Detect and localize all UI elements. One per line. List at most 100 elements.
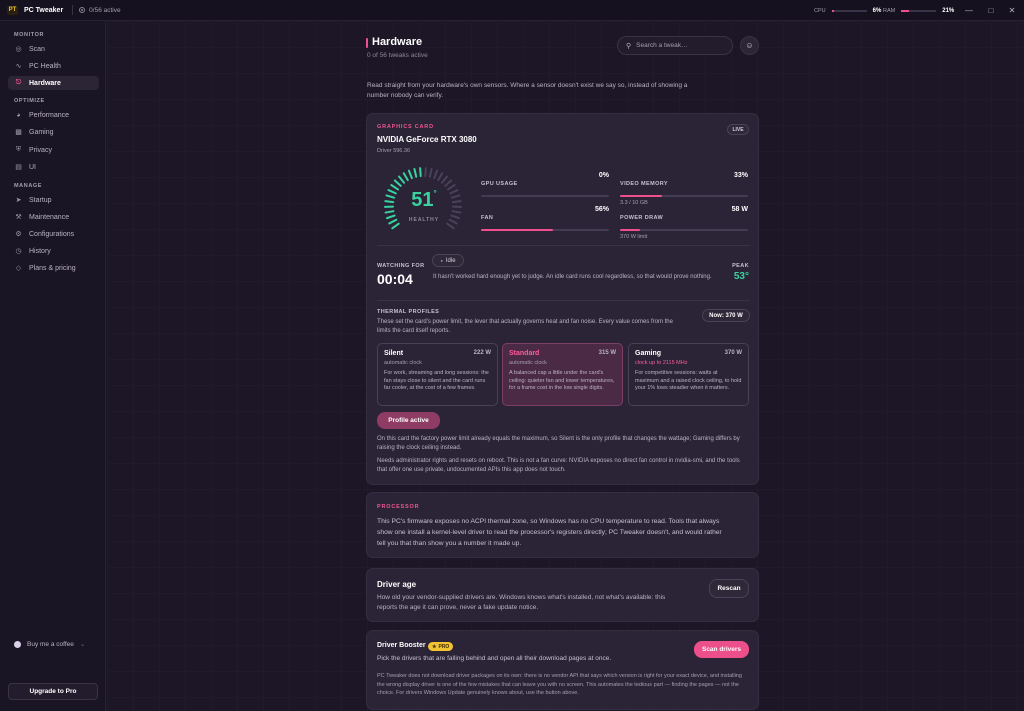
sidebar-item-privacy[interactable]: ⛨ Privacy — [8, 143, 99, 157]
idle-pill: ● Idle — [432, 254, 464, 267]
gauge-tick — [449, 189, 459, 195]
gauge-tick — [433, 169, 439, 180]
sidebar: MONITOR ◎ Scan ∿ PC Health ⎋ Hardware OPTIM… — [0, 21, 106, 711]
rocket-icon: ➤ — [15, 197, 22, 204]
dot-icon: ● — [440, 258, 443, 263]
gamepad-icon: ▩ — [15, 129, 22, 136]
sidebar-item-configurations[interactable]: ⚙ Configurations — [8, 227, 99, 241]
minimize-icon[interactable]: — — [963, 4, 975, 16]
section-manage: MANAGE — [14, 183, 43, 189]
gauge-tick — [398, 175, 406, 184]
profile-desc: A balanced cap a little under the card's… — [509, 370, 615, 391]
ram-bar — [901, 9, 937, 12]
sidebar-item-gaming[interactable]: ▩ Gaming — [8, 125, 99, 139]
gauge-tick — [428, 167, 433, 178]
gpu-tag: GRAPHICS CARD — [377, 124, 434, 130]
driver-booster-title: Driver Booster — [377, 642, 426, 649]
gauge-tick — [450, 194, 461, 199]
star-icon: ★ — [432, 643, 437, 650]
sidebar-item-plans[interactable]: ◇ Plans & pricing — [8, 261, 99, 275]
driver-booster-subtitle: Pick the drivers that are falling behind… — [377, 655, 612, 662]
sidebar-item-label: Gaming — [29, 128, 54, 136]
upgrade-to-pro-button[interactable]: Upgrade to Pro — [8, 683, 98, 700]
pro-badge: ★ PRO — [428, 642, 454, 651]
sidebar-item-ui[interactable]: ▤ UI — [8, 160, 99, 174]
cpu-bar-fill — [831, 9, 834, 12]
search-input[interactable]: ⚲ Search a tweak… — [617, 36, 733, 55]
stat-value: 56% — [594, 206, 609, 213]
app-name: PC Tweaker — [24, 6, 64, 14]
stat-label: FAN — [481, 215, 494, 221]
ram-bar-fill — [901, 9, 909, 12]
avatar[interactable]: ☺ — [740, 36, 759, 55]
buy-coffee-link[interactable]: Buy me a coffee ⌄ — [14, 640, 85, 648]
search-placeholder: Search a tweak… — [636, 42, 688, 49]
search-icon: ⚲ — [626, 42, 632, 50]
profile-active-button[interactable]: Profile active — [377, 412, 440, 429]
gauge-tick — [387, 189, 397, 195]
driver-booster-text: PC Tweaker does not download driver pack… — [377, 673, 742, 696]
profile-mode: automatic clock — [384, 360, 422, 366]
gauge-tick — [385, 194, 396, 199]
profile-standard[interactable]: Standard 315 W automatic clock A balance… — [502, 343, 623, 406]
section-optimize: OPTIMIZE — [14, 98, 45, 104]
gauge-tick — [437, 172, 444, 182]
close-icon[interactable]: ✕ — [1006, 4, 1018, 16]
stat-fan: FAN 56% — [481, 206, 609, 231]
gauge-tick — [450, 214, 461, 220]
section-monitor: MONITOR — [14, 32, 45, 38]
diamond-icon: ◇ — [15, 265, 22, 272]
watching-label: WATCHING FOR — [377, 263, 425, 269]
stat-value: 33% — [733, 172, 748, 179]
stat-bar — [620, 195, 748, 197]
sidebar-item-label: Scan — [29, 45, 45, 53]
gauge-tick — [446, 222, 455, 230]
main-content: Hardware 0 of 56 tweaks active ⚲ Search … — [107, 21, 1024, 711]
sidebar-item-label: Hardware — [29, 79, 61, 87]
gpu-driver: Driver 596.36 — [377, 148, 411, 154]
sidebar-item-startup[interactable]: ➤ Startup — [8, 193, 99, 207]
sidebar-item-label: PC Health — [29, 62, 61, 70]
profile-silent[interactable]: Silent 222 W automatic clock For work, s… — [377, 343, 498, 406]
stat-label: GPU USAGE — [481, 181, 518, 187]
sidebar-item-label: Startup — [29, 196, 52, 204]
sidebar-item-label: History — [29, 247, 51, 255]
sidebar-item-maintenance[interactable]: ⚒ Maintenance — [8, 210, 99, 224]
gauge-tick — [384, 200, 395, 204]
page-subtitle: 0 of 56 tweaks active — [367, 52, 428, 59]
profile-watts: 222 W — [473, 350, 491, 356]
gauge-tick — [391, 222, 400, 230]
sidebar-item-label: Privacy — [29, 146, 52, 154]
live-badge: LIVE — [727, 124, 749, 135]
idle-label: Idle — [445, 257, 456, 264]
wrench-icon: ⚒ — [15, 214, 22, 221]
scan-icon: ◎ — [15, 46, 22, 53]
sidebar-item-history[interactable]: ◷ History — [8, 244, 99, 258]
window-icon: ▤ — [15, 164, 22, 171]
gauge-tick — [390, 184, 399, 191]
pro-badge-label: PRO — [438, 643, 450, 650]
rescan-button[interactable]: Rescan — [709, 579, 749, 598]
shield-icon: ⛨ — [15, 146, 22, 153]
profile-gaming[interactable]: Gaming 370 W clock up to 2115 MHz For co… — [628, 343, 749, 406]
sidebar-item-scan[interactable]: ◎ Scan — [8, 42, 99, 56]
sidebar-item-label: UI — [29, 163, 36, 171]
sidebar-item-hardware[interactable]: ⎋ Hardware — [8, 76, 99, 90]
maximize-icon[interactable]: □ — [985, 4, 997, 16]
gauge-tick — [424, 167, 427, 178]
gauge-tick — [402, 172, 409, 182]
stat-label: POWER DRAW — [620, 215, 664, 221]
intro-text: Read straight from your hardware's own s… — [367, 82, 688, 99]
sidebar-item-label: Performance — [29, 111, 70, 119]
driver-age-text: How old your vendor-supplied drivers are… — [377, 594, 666, 611]
sidebar-item-pc-health[interactable]: ∿ PC Health — [8, 59, 99, 73]
processor-text: This PC's firmware exposes no ACPI therm… — [377, 518, 722, 547]
stat-value: 58 W — [731, 206, 748, 213]
profile-mode: automatic clock — [509, 360, 547, 366]
gauge-tick — [385, 214, 396, 220]
clock-icon: ◷ — [15, 248, 22, 255]
thermal-profiles-desc: These set the card's power limit, the le… — [377, 319, 673, 334]
sidebar-item-performance[interactable]: ◕ Performance — [8, 108, 99, 122]
page-title: Hardware — [372, 36, 423, 48]
scan-drivers-button[interactable]: Scan drivers — [694, 641, 749, 658]
